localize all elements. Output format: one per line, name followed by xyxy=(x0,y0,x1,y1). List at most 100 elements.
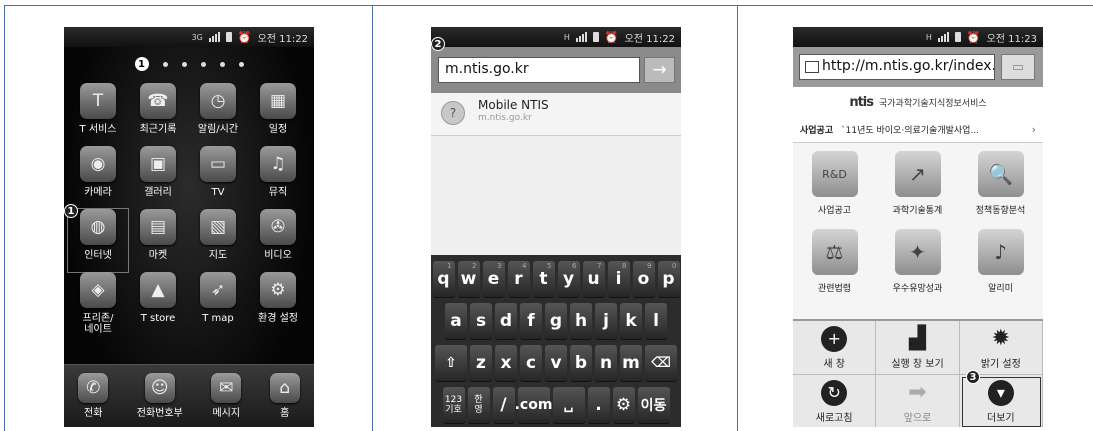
key-t[interactable]: t5 xyxy=(532,261,555,297)
new-rnd-icon: R&D xyxy=(811,151,858,197)
url-field[interactable]: http://m.ntis.go.kr/index... xyxy=(799,54,995,80)
phone-log-icon: ☎ xyxy=(140,83,176,119)
key-q[interactable]: q1 xyxy=(432,261,455,297)
key-row4-0[interactable]: 123 기호 xyxy=(442,387,465,423)
app-phone-log[interactable]: ☎ 최근기록 xyxy=(128,83,188,146)
key-e[interactable]: e3 xyxy=(482,261,505,297)
key-row3-0[interactable]: ⇧ xyxy=(435,345,467,381)
key-label: w xyxy=(460,269,477,289)
key-row2-0[interactable]: a xyxy=(445,303,467,339)
key-row4-3[interactable]: .com xyxy=(515,387,552,423)
menu-windows-stack[interactable]: ▟ 실행 창 보기 xyxy=(876,321,960,375)
tv-icon: ▭ xyxy=(200,146,236,182)
address-bar: m.ntis.go.kr → xyxy=(431,47,681,93)
dock-contacts[interactable]: ☺ 전화번호부 xyxy=(137,373,183,419)
menu-new-window-plus[interactable]: + 새 창 xyxy=(793,321,877,375)
app-market-bag[interactable]: ▤ 마켓 xyxy=(128,209,188,272)
key-row3-3[interactable]: c xyxy=(520,345,542,381)
key-row2-4[interactable]: g xyxy=(545,303,567,339)
tile-new-rnd[interactable]: R&D 사업공고 xyxy=(793,151,876,229)
key-row3-8[interactable]: ⌫ xyxy=(645,345,677,381)
tile-notifier[interactable]: ♪ 알리미 xyxy=(959,229,1042,307)
app-settings-gear[interactable]: ⚙ 환경 설정 xyxy=(248,272,308,335)
bookmark-button[interactable]: ▭ xyxy=(1001,54,1035,80)
app-label: 갤러리 xyxy=(144,187,172,198)
key-row2-2[interactable]: d xyxy=(495,303,517,339)
app-tmap[interactable]: ➶ T map xyxy=(188,272,248,335)
key-r[interactable]: r4 xyxy=(507,261,530,297)
status-time: 오전 11:23 xyxy=(986,33,1037,45)
key-row3-2[interactable]: x xyxy=(495,345,517,381)
app-grid: T T 서비스 ☎ 최근기록 ◷ 알림/시간 ▦ 일정 ◉ 카메라 ▣ 갤러리 ▭ TV ♫ 뮤직 ◍ 인터넷 ▤ 마… xyxy=(67,83,310,335)
key-row2-1[interactable]: s xyxy=(470,303,492,339)
dock-label: 홈 xyxy=(280,408,290,419)
forward-arrow-icon: ➡ xyxy=(908,380,927,405)
app-gallery[interactable]: ▣ 갤러리 xyxy=(128,146,188,209)
tile-lightbulb[interactable]: ✦ 우수유망성과 xyxy=(876,229,959,307)
notice-ticker[interactable]: 사업공고 `11년도 바이오·의료기술개발사업... › xyxy=(793,117,1043,143)
key-row2-6[interactable]: j xyxy=(595,303,617,339)
dock-label: 전화번호부 xyxy=(136,408,183,419)
app-music[interactable]: ♫ 뮤직 xyxy=(248,146,308,209)
key-y[interactable]: y6 xyxy=(557,261,580,297)
dock-message-envelope[interactable]: ✉ 메시지 xyxy=(211,373,242,419)
key-row4-5[interactable]: . xyxy=(587,387,610,423)
key-row3-5[interactable]: b xyxy=(570,345,592,381)
menu-label: 새 창 xyxy=(823,358,845,370)
chevron-right-icon: › xyxy=(1031,123,1036,136)
key-i[interactable]: i8 xyxy=(607,261,630,297)
tile-statistics-chart[interactable]: ↗ 과학기술통계 xyxy=(876,151,959,229)
status-time: 오전 11:22 xyxy=(257,33,308,45)
key-number-hint: 6 xyxy=(572,262,577,270)
key-row4-7[interactable]: 이동 xyxy=(637,387,670,423)
key-p[interactable]: p0 xyxy=(657,261,680,297)
app-label: 지도 xyxy=(208,250,228,261)
key-row3-4[interactable]: v xyxy=(545,345,567,381)
key-row3-7[interactable]: m xyxy=(620,345,642,381)
app-label: 최근기록 xyxy=(139,124,177,135)
contacts-icon: ☺ xyxy=(144,373,175,403)
key-row4-6[interactable]: ⚙ xyxy=(612,387,635,423)
soft-keyboard: q 1 w 2 e 3 r 4 t 5 y 6 u 7 i 8 o 9 p 0 a s d f g h j k l ⇧ z x c v b n m ⌫ 12… xyxy=(431,255,681,427)
key-row3-1[interactable]: z xyxy=(470,345,492,381)
key-row2-5[interactable]: h xyxy=(570,303,592,339)
app-tstore[interactable]: ▲ T store xyxy=(128,272,188,335)
windows-stack-icon: ▟ xyxy=(909,326,926,351)
key-row3-6[interactable]: n xyxy=(595,345,617,381)
tile-label: 알리미 xyxy=(988,284,1013,294)
app-video-reel[interactable]: ✇ 비디오 xyxy=(248,209,308,272)
key-row2-7[interactable]: k xyxy=(620,303,642,339)
app-map[interactable]: ▧ 지도 xyxy=(188,209,248,272)
tile-law-book[interactable]: ⚖ 관련법령 xyxy=(793,229,876,307)
key-u[interactable]: u7 xyxy=(582,261,605,297)
key-w[interactable]: w2 xyxy=(457,261,480,297)
key-row4-2[interactable]: / xyxy=(492,387,515,423)
url-input[interactable]: m.ntis.go.kr xyxy=(438,57,640,83)
url-suggestion[interactable]: ? Mobile NTIS m.ntis.go.kr xyxy=(431,93,681,136)
more-chevron-down-icon: ▾ xyxy=(987,379,1014,406)
settings-gear-icon: ⚙ xyxy=(260,272,296,308)
app-freezone[interactable]: ◈ 프리존/ 네이트 xyxy=(68,272,128,335)
app-calendar[interactable]: ▦ 일정 xyxy=(248,83,308,146)
divider-1 xyxy=(372,5,373,431)
dock-label: 전화 xyxy=(84,408,103,419)
key-row2-8[interactable]: l xyxy=(645,303,667,339)
app-globe[interactable]: ◍ 인터넷 xyxy=(67,208,129,273)
ticker-text: `11년도 바이오·의료기술개발사업... xyxy=(841,126,980,136)
go-arrow-button[interactable]: → xyxy=(644,57,675,83)
menu-refresh[interactable]: ↻ 새로고침 xyxy=(793,375,877,427)
key-row4-1[interactable]: 한 영 xyxy=(467,387,490,423)
dock-phone[interactable]: ✆ 전화 xyxy=(78,373,109,419)
page-indicator: 1 xyxy=(64,57,314,71)
app-tv[interactable]: ▭ TV xyxy=(188,146,248,209)
key-row2-3[interactable]: f xyxy=(520,303,542,339)
dock-home[interactable]: ⌂ 홈 xyxy=(269,373,300,419)
key-o[interactable]: o9 xyxy=(632,261,655,297)
app-t-service[interactable]: T T 서비스 xyxy=(68,83,128,146)
app-clock[interactable]: ◷ 알림/시간 xyxy=(188,83,248,146)
tile-policy-analysis[interactable]: 🔍 정책동향분석 xyxy=(959,151,1042,229)
app-camera[interactable]: ◉ 카메라 xyxy=(68,146,128,209)
menu-brightness-sun[interactable]: ✹ 밝기 설정 xyxy=(959,321,1043,375)
app-label: 프리존/ 네이트 xyxy=(82,313,114,335)
key-row4-4[interactable]: ␣ xyxy=(552,387,585,423)
